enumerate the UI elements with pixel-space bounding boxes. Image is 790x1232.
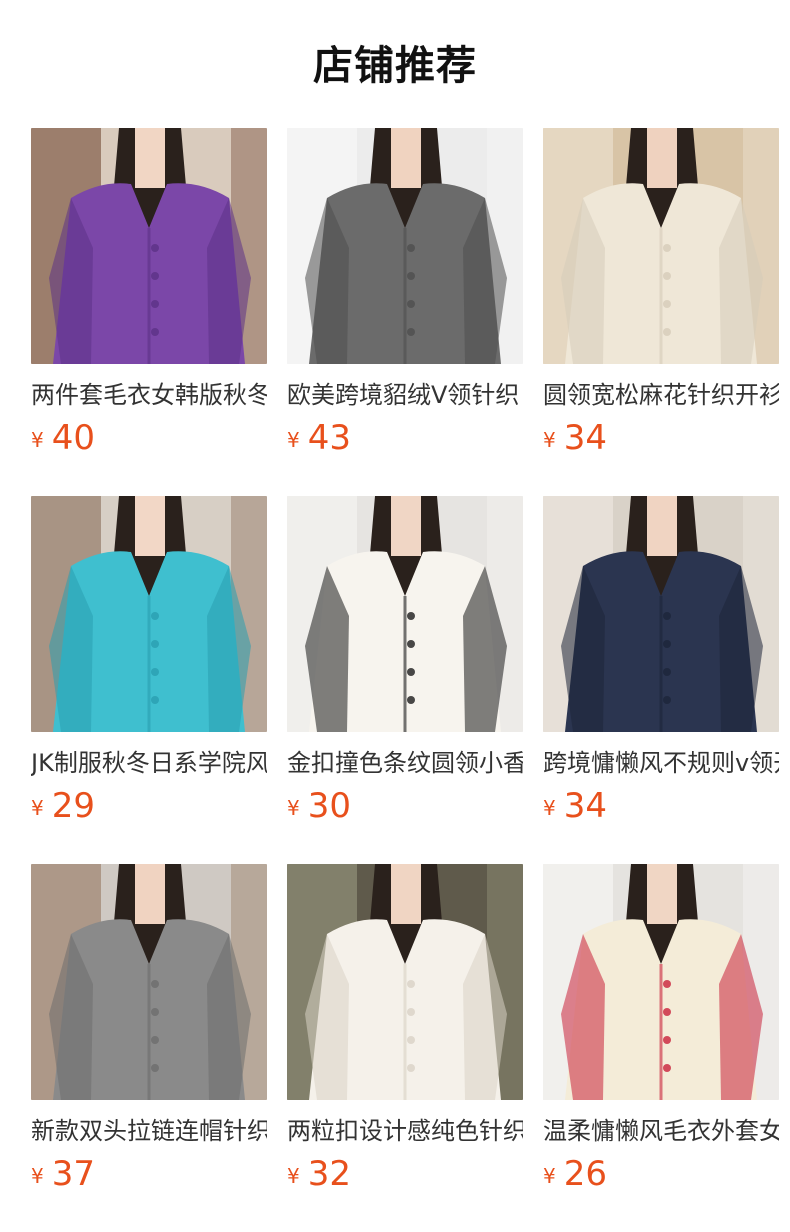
currency-symbol: ¥ xyxy=(287,1164,300,1188)
white-two-button-cardigan-photo[interactable] xyxy=(287,864,523,1100)
product-name[interactable]: 两粒扣设计感纯色针织衫 xyxy=(287,1116,523,1146)
blue-sailor-cardigan-photo[interactable] xyxy=(31,496,267,732)
currency-symbol: ¥ xyxy=(31,796,44,820)
price-amount: 37 xyxy=(51,1154,95,1194)
product-grid: 两件套毛衣女韩版秋冬 ¥40 欧美跨境貂绒V领针织 ¥43 圆领宽松麻花针织开衫… xyxy=(31,128,779,1232)
price-amount: 34 xyxy=(563,418,607,458)
currency-symbol: ¥ xyxy=(543,428,556,452)
product-card[interactable]: 两件套毛衣女韩版秋冬 ¥40 xyxy=(31,128,267,496)
product-name[interactable]: 新款双头拉链连帽针织衫 xyxy=(31,1116,267,1146)
price-amount: 32 xyxy=(307,1154,351,1194)
section-title: 店铺推荐 xyxy=(313,43,477,89)
product-price: ¥43 xyxy=(287,418,523,458)
product-name[interactable]: 圆领宽松麻花针织开衫 xyxy=(543,380,779,410)
product-card[interactable]: 金扣撞色条纹圆领小香风 ¥30 xyxy=(287,496,523,864)
currency-symbol: ¥ xyxy=(31,1164,44,1188)
navy-asymmetric-cardigan-photo[interactable] xyxy=(543,496,779,732)
cream-heart-cardigan-photo[interactable] xyxy=(543,864,779,1100)
product-card[interactable]: 新款双头拉链连帽针织衫 ¥37 xyxy=(31,864,267,1232)
product-price: ¥40 xyxy=(31,418,267,458)
striped-cardigan-photo[interactable] xyxy=(287,496,523,732)
currency-symbol: ¥ xyxy=(543,1164,556,1188)
product-name[interactable]: JK制服秋冬日系学院风 xyxy=(31,748,267,778)
recommendation-section: 店铺推荐 两件套毛衣女韩版秋冬 ¥40 欧美跨境貂绒V领针织 ¥43 圆领宽松麻… xyxy=(0,0,790,1232)
cream-cable-knit-photo[interactable] xyxy=(543,128,779,364)
product-price: ¥30 xyxy=(287,786,523,826)
product-name[interactable]: 温柔慵懒风毛衣外套女 xyxy=(543,1116,779,1146)
purple-cardigan-photo[interactable] xyxy=(31,128,267,364)
product-card[interactable]: 两粒扣设计感纯色针织衫 ¥32 xyxy=(287,864,523,1232)
product-card[interactable]: 跨境慵懒风不规则v领开衫 ¥34 xyxy=(543,496,779,864)
product-card[interactable]: 圆领宽松麻花针织开衫 ¥34 xyxy=(543,128,779,496)
product-name[interactable]: 金扣撞色条纹圆领小香风 xyxy=(287,748,523,778)
product-price: ¥26 xyxy=(543,1154,779,1194)
product-card[interactable]: 欧美跨境貂绒V领针织 ¥43 xyxy=(287,128,523,496)
currency-symbol: ¥ xyxy=(31,428,44,452)
product-name[interactable]: 跨境慵懒风不规则v领开衫 xyxy=(543,748,779,778)
currency-symbol: ¥ xyxy=(543,796,556,820)
currency-symbol: ¥ xyxy=(287,428,300,452)
product-card[interactable]: 温柔慵懒风毛衣外套女 ¥26 xyxy=(543,864,779,1232)
price-amount: 26 xyxy=(563,1154,607,1194)
product-price: ¥34 xyxy=(543,418,779,458)
price-amount: 29 xyxy=(51,786,95,826)
grey-fuzzy-cardigan-photo[interactable] xyxy=(287,128,523,364)
product-price: ¥37 xyxy=(31,1154,267,1194)
price-amount: 34 xyxy=(563,786,607,826)
product-name[interactable]: 两件套毛衣女韩版秋冬 xyxy=(31,380,267,410)
product-card[interactable]: JK制服秋冬日系学院风 ¥29 xyxy=(31,496,267,864)
product-price: ¥32 xyxy=(287,1154,523,1194)
product-price: ¥29 xyxy=(31,786,267,826)
price-amount: 40 xyxy=(51,418,95,458)
currency-symbol: ¥ xyxy=(287,796,300,820)
product-price: ¥34 xyxy=(543,786,779,826)
product-name[interactable]: 欧美跨境貂绒V领针织 xyxy=(287,380,523,410)
price-amount: 43 xyxy=(307,418,351,458)
price-amount: 30 xyxy=(307,786,351,826)
grey-zip-hoodie-photo[interactable] xyxy=(31,864,267,1100)
